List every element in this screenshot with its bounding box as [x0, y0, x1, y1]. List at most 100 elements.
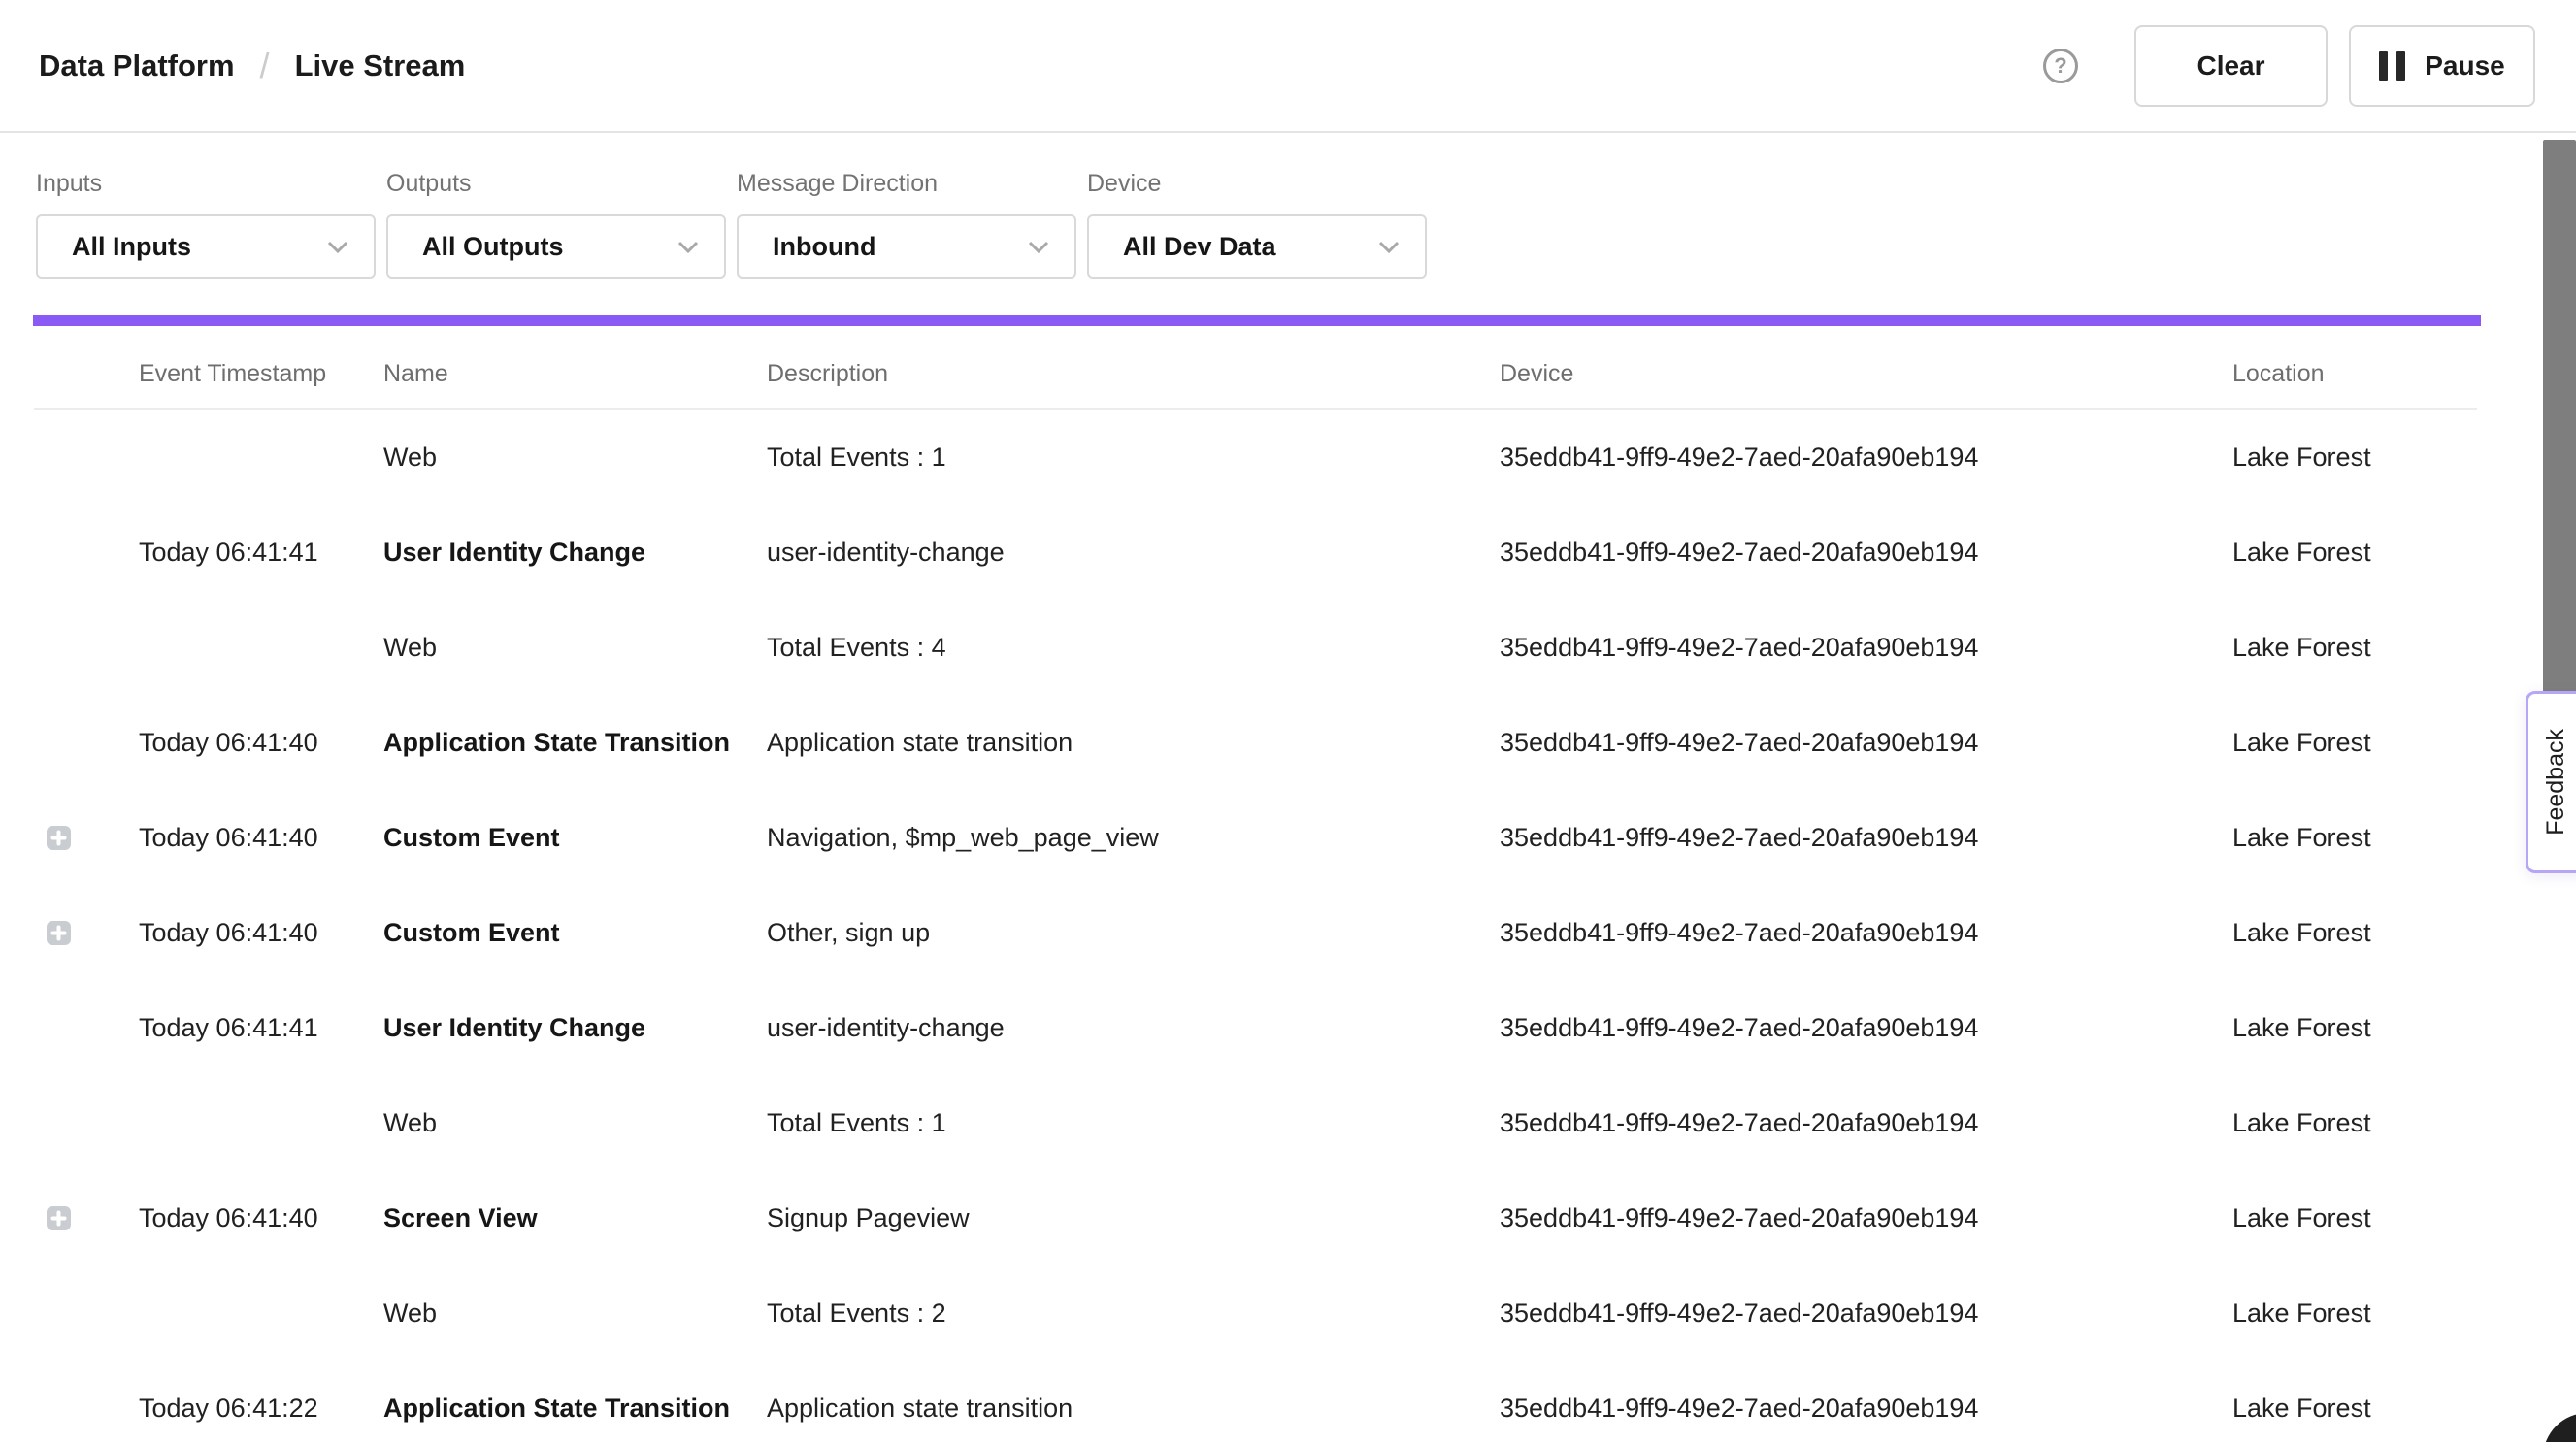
table-row[interactable]: Web Total Events : 1 35eddb41-9ff9-49e2-…: [34, 1075, 2477, 1170]
event-device-cell: 35eddb41-9ff9-49e2-7aed-20afa90eb194: [1500, 1108, 2232, 1138]
outputs-select[interactable]: All Outputs: [386, 214, 726, 279]
event-name-cell: Web: [383, 1108, 767, 1138]
table-row[interactable]: Web Total Events : 2 35eddb41-9ff9-49e2-…: [34, 1265, 2477, 1360]
clear-button[interactable]: Clear: [2134, 25, 2328, 107]
event-name-cell: Web: [383, 633, 767, 663]
event-name-cell: User Identity Change: [383, 538, 767, 568]
expand-plus-icon: [47, 921, 71, 945]
event-description-cell: Application state transition: [767, 728, 1500, 758]
device-select[interactable]: All Dev Data: [1087, 214, 1427, 279]
pause-icon: [2379, 51, 2405, 81]
event-name-cell: Application State Transition: [383, 728, 767, 758]
expand-plus-icon: [47, 1206, 71, 1230]
event-device-cell: 35eddb41-9ff9-49e2-7aed-20afa90eb194: [1500, 1203, 2232, 1233]
table-row[interactable]: Today 06:41:40 Screen View Signup Pagevi…: [34, 1170, 2477, 1265]
event-device-cell: 35eddb41-9ff9-49e2-7aed-20afa90eb194: [1500, 728, 2232, 758]
outputs-select-value: All Outputs: [422, 232, 563, 262]
event-location-cell: Lake Forest: [2232, 1108, 2477, 1138]
filter-message-direction-label: Message Direction: [737, 170, 1076, 198]
event-timestamp-cell: Today 06:41:40: [139, 728, 383, 758]
table-row[interactable]: Today 06:41:40 Custom Event Other, sign …: [34, 885, 2477, 980]
event-device-cell: 35eddb41-9ff9-49e2-7aed-20afa90eb194: [1500, 538, 2232, 568]
message-direction-select[interactable]: Inbound: [737, 214, 1076, 279]
feedback-tab[interactable]: Feedback: [2526, 691, 2576, 873]
event-name-cell: Custom Event: [383, 823, 767, 853]
header-event-timestamp: Event Timestamp: [139, 360, 383, 388]
filter-message-direction: Message Direction Inbound: [737, 170, 1076, 279]
clear-button-label: Clear: [2196, 50, 2264, 82]
event-device-cell: 35eddb41-9ff9-49e2-7aed-20afa90eb194: [1500, 442, 2232, 473]
event-device-cell: 35eddb41-9ff9-49e2-7aed-20afa90eb194: [1500, 1393, 2232, 1424]
filter-device: Device All Dev Data: [1087, 170, 1427, 279]
event-location-cell: Lake Forest: [2232, 1013, 2477, 1043]
chat-bubble-button[interactable]: [2543, 1413, 2576, 1442]
event-device-cell: 35eddb41-9ff9-49e2-7aed-20afa90eb194: [1500, 823, 2232, 853]
event-description-cell: Total Events : 1: [767, 1108, 1500, 1138]
event-timestamp-cell: Today 06:41:22: [139, 1393, 383, 1424]
event-description-cell: Total Events : 2: [767, 1298, 1500, 1328]
header-device: Device: [1500, 360, 2232, 388]
event-timestamp-cell: Today 06:41:41: [139, 1013, 383, 1043]
event-name-cell: Custom Event: [383, 918, 767, 948]
event-location-cell: Lake Forest: [2232, 538, 2477, 568]
expand-cell: [34, 826, 139, 850]
filter-inputs: Inputs All Inputs: [36, 170, 376, 279]
chevron-down-icon: [1028, 241, 1049, 253]
event-device-cell: 35eddb41-9ff9-49e2-7aed-20afa90eb194: [1500, 1013, 2232, 1043]
table-row[interactable]: Today 06:41:40 Custom Event Navigation, …: [34, 790, 2477, 885]
table-body: Web Total Events : 1 35eddb41-9ff9-49e2-…: [34, 410, 2477, 1442]
expand-row-button[interactable]: [47, 1206, 71, 1230]
event-name-cell: Application State Transition: [383, 1393, 767, 1424]
event-timestamp-cell: Today 06:41:40: [139, 823, 383, 853]
inputs-select-value: All Inputs: [72, 232, 191, 262]
breadcrumb-separator: /: [260, 46, 270, 86]
event-name-cell: Web: [383, 442, 767, 473]
message-direction-select-value: Inbound: [773, 232, 875, 262]
expand-plus-icon: [47, 826, 71, 850]
expand-cell: [34, 1206, 139, 1230]
event-name-cell: Web: [383, 1298, 767, 1328]
inputs-select[interactable]: All Inputs: [36, 214, 376, 279]
event-location-cell: Lake Forest: [2232, 633, 2477, 663]
breadcrumb: Data Platform / Live Stream: [39, 46, 465, 86]
table-row[interactable]: Today 06:41:22 Application State Transit…: [34, 1360, 2477, 1442]
table-row[interactable]: Today 06:41:41 User Identity Change user…: [34, 980, 2477, 1075]
table-row[interactable]: Today 06:41:41 User Identity Change user…: [34, 505, 2477, 600]
breadcrumb-page: Live Stream: [295, 49, 466, 83]
event-description-cell: Application state transition: [767, 1393, 1500, 1424]
event-description-cell: Total Events : 1: [767, 442, 1500, 473]
expand-row-button[interactable]: [47, 826, 71, 850]
event-location-cell: Lake Forest: [2232, 728, 2477, 758]
topbar-actions: ? Clear Pause: [2043, 25, 2535, 107]
device-select-value: All Dev Data: [1123, 232, 1276, 262]
filter-inputs-label: Inputs: [36, 170, 376, 198]
event-description-cell: Total Events : 4: [767, 633, 1500, 663]
table-row[interactable]: Web Total Events : 4 35eddb41-9ff9-49e2-…: [34, 600, 2477, 695]
event-location-cell: Lake Forest: [2232, 1298, 2477, 1328]
event-description-cell: Signup Pageview: [767, 1203, 1500, 1233]
pause-button[interactable]: Pause: [2349, 25, 2535, 107]
header-description: Description: [767, 360, 1500, 388]
feedback-tab-label: Feedback: [2542, 729, 2570, 836]
filter-outputs: Outputs All Outputs: [386, 170, 726, 279]
event-device-cell: 35eddb41-9ff9-49e2-7aed-20afa90eb194: [1500, 1298, 2232, 1328]
live-stream-table: Event Timestamp Name Description Device …: [34, 326, 2477, 1442]
event-location-cell: Lake Forest: [2232, 1203, 2477, 1233]
filter-bar: Inputs All Inputs Outputs All Outputs Me…: [0, 133, 2576, 279]
expand-row-button[interactable]: [47, 921, 71, 945]
filter-outputs-label: Outputs: [386, 170, 726, 198]
chevron-down-icon: [1378, 241, 1400, 253]
header-name: Name: [383, 360, 767, 388]
help-icon[interactable]: ?: [2043, 49, 2078, 83]
event-device-cell: 35eddb41-9ff9-49e2-7aed-20afa90eb194: [1500, 633, 2232, 663]
table-row[interactable]: Today 06:41:40 Application State Transit…: [34, 695, 2477, 790]
table-row[interactable]: Web Total Events : 1 35eddb41-9ff9-49e2-…: [34, 410, 2477, 505]
live-stream-progress-bar: [33, 315, 2481, 326]
vertical-scrollbar-thumb[interactable]: [2543, 140, 2576, 701]
breadcrumb-section[interactable]: Data Platform: [39, 49, 235, 83]
event-description-cell: Other, sign up: [767, 918, 1500, 948]
top-bar: Data Platform / Live Stream ? Clear Paus…: [0, 0, 2576, 133]
event-timestamp-cell: Today 06:41:40: [139, 918, 383, 948]
table-header: Event Timestamp Name Description Device …: [34, 326, 2477, 410]
header-location: Location: [2232, 360, 2477, 388]
